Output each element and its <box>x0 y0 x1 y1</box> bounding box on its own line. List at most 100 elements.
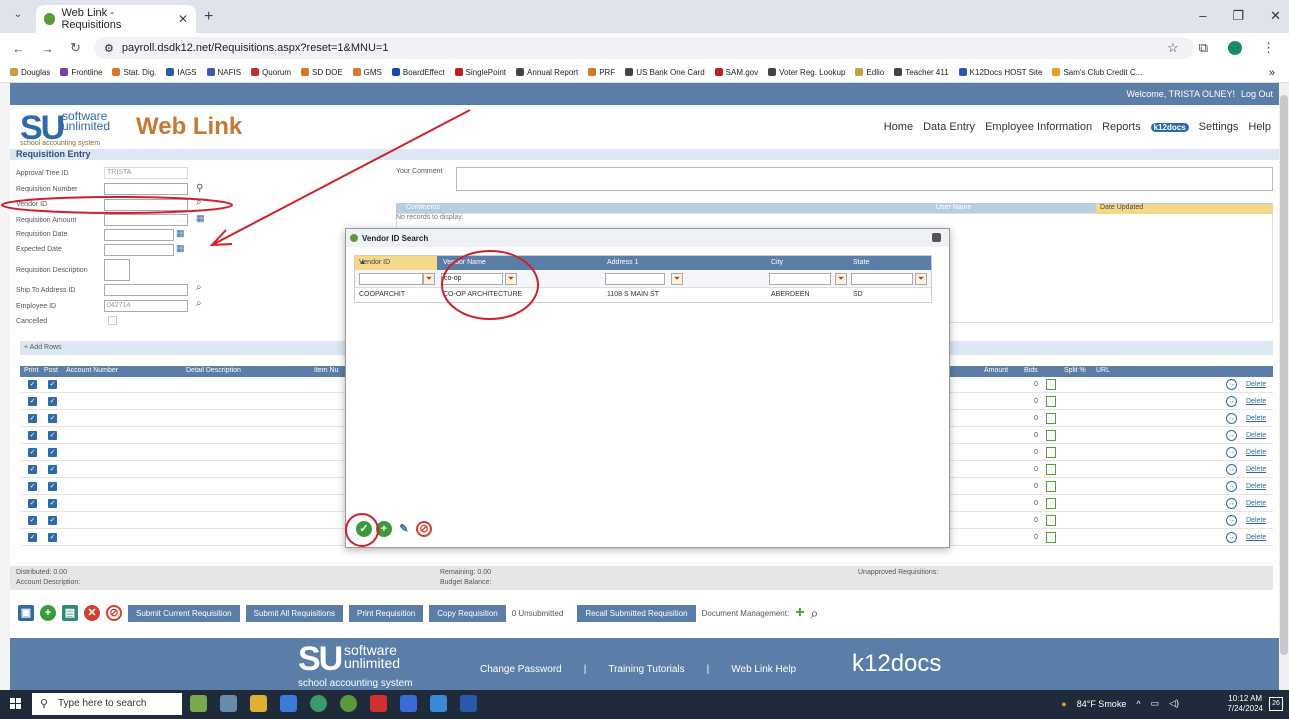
cancel-icon[interactable]: ⊘ <box>106 605 122 621</box>
bids-icon[interactable] <box>1046 447 1056 458</box>
save-new-icon[interactable]: ▤ <box>62 605 78 621</box>
web-link-help-link[interactable]: Web Link Help <box>731 664 796 675</box>
vendor-search-icon[interactable]: ⌕ <box>196 197 202 208</box>
post-checkbox[interactable]: ✓ <box>48 414 57 423</box>
widgets-app-icon[interactable] <box>190 695 207 712</box>
bids-icon[interactable] <box>1046 515 1056 526</box>
restore-icon[interactable]: ❐ <box>1232 8 1244 24</box>
print-checkbox[interactable]: ✓ <box>28 482 37 491</box>
bids-icon[interactable] <box>1046 481 1056 492</box>
delete-link[interactable]: Delete <box>1246 449 1266 456</box>
cancelled-checkbox[interactable] <box>108 316 117 325</box>
select-check-icon[interactable]: ✓ <box>356 521 372 537</box>
delete-link[interactable]: Delete <box>1246 381 1266 388</box>
filter-city-icon[interactable]: ⏷ <box>835 273 847 285</box>
bookmark-item[interactable]: Sam's Club Credit C... <box>1052 68 1142 77</box>
go-arrow-icon[interactable]: → <box>1226 413 1237 424</box>
bookmark-item[interactable]: Douglas <box>10 68 50 77</box>
print-checkbox[interactable]: ✓ <box>28 533 37 542</box>
bids-icon[interactable] <box>1046 464 1056 475</box>
delete-link[interactable]: Delete <box>1246 483 1266 490</box>
forward-icon[interactable]: → <box>41 41 54 56</box>
bookmark-item[interactable]: PRF <box>588 68 615 77</box>
submit-current-button[interactable]: Submit Current Requisition <box>128 604 240 622</box>
delete-link[interactable]: Delete <box>1246 432 1266 439</box>
tab-search-icon[interactable]: ⌄ <box>10 9 26 25</box>
bids-icon[interactable] <box>1046 396 1056 407</box>
delete-icon[interactable]: ✕ <box>84 605 100 621</box>
page-scrollbar-thumb[interactable] <box>1280 95 1288 655</box>
taskbar-clock[interactable]: 10:12 AM 7/24/2024 <box>1227 694 1263 714</box>
bookmark-item[interactable]: Frontline <box>60 68 102 77</box>
add-rows-button[interactable]: + Add Rows <box>24 344 62 351</box>
bookmark-star-icon[interactable]: ☆ <box>1167 40 1179 56</box>
go-arrow-icon[interactable]: → <box>1226 464 1237 475</box>
bookmark-item[interactable]: GMS <box>352 68 382 77</box>
doc-search-icon[interactable]: ⌕ <box>811 605 819 622</box>
nav-help[interactable]: Help <box>1248 121 1271 133</box>
copy-requisition-button[interactable]: Copy Requisition <box>429 604 506 622</box>
go-arrow-icon[interactable]: → <box>1226 498 1237 509</box>
volume-icon[interactable]: ◁) <box>1169 698 1179 709</box>
delete-link[interactable]: Delete <box>1246 500 1266 507</box>
windows-start-icon[interactable] <box>10 698 22 710</box>
acrobat-icon[interactable] <box>370 695 387 712</box>
dialog-edit-icon[interactable]: ✎ <box>396 521 412 537</box>
filter-state-icon[interactable]: ⏷ <box>915 273 927 285</box>
post-checkbox[interactable]: ✓ <box>48 397 57 406</box>
filter-state[interactable] <box>851 273 913 285</box>
post-checkbox[interactable]: ✓ <box>48 448 57 457</box>
employee-search-icon[interactable]: ⌕ <box>196 298 202 309</box>
save-icon[interactable]: ▣ <box>18 605 34 621</box>
bids-icon[interactable] <box>1046 532 1056 543</box>
browser-menu-icon[interactable]: ⋮ <box>1262 40 1275 56</box>
delete-link[interactable]: Delete <box>1246 534 1266 541</box>
bookmark-item[interactable]: NAFIS <box>206 68 241 77</box>
add-icon[interactable]: + <box>40 605 56 621</box>
req-date-calendar-icon[interactable]: ▦ <box>176 228 185 239</box>
task-view-icon[interactable] <box>220 695 237 712</box>
bookmarks-more-icon[interactable]: » <box>1269 67 1289 79</box>
print-checkbox[interactable]: ✓ <box>28 499 37 508</box>
logout-link[interactable]: Log Out <box>1241 89 1273 99</box>
your-comment-field[interactable] <box>456 167 1273 191</box>
weather-text[interactable]: 84°F Smoke <box>1077 699 1127 709</box>
filter-vendor-name-icon[interactable]: ⏷ <box>505 273 517 285</box>
chrome-icon[interactable] <box>310 695 327 712</box>
print-checkbox[interactable]: ✓ <box>28 380 37 389</box>
post-checkbox[interactable]: ✓ <box>48 499 57 508</box>
go-arrow-icon[interactable]: → <box>1226 515 1237 526</box>
print-checkbox[interactable]: ✓ <box>28 414 37 423</box>
browser-tab[interactable]: Web Link - Requisitions ✕ <box>36 5 196 33</box>
outlook-icon[interactable] <box>280 695 297 712</box>
print-checkbox[interactable]: ✓ <box>28 465 37 474</box>
doc-add-icon[interactable]: + <box>795 604 804 622</box>
go-arrow-icon[interactable]: → <box>1226 532 1237 543</box>
dialog-add-icon[interactable]: + <box>376 521 392 537</box>
submit-all-button[interactable]: Submit All Requisitions <box>245 604 343 622</box>
close-window-icon[interactable]: ✕ <box>1270 8 1281 24</box>
filter-vendor-id[interactable] <box>359 273 423 285</box>
bids-icon[interactable] <box>1046 430 1056 441</box>
new-tab-icon[interactable]: + <box>204 8 213 26</box>
dialog-cancel-icon[interactable]: ⊘ <box>416 521 432 537</box>
post-checkbox[interactable]: ✓ <box>48 516 57 525</box>
word-icon[interactable] <box>460 695 477 712</box>
go-arrow-icon[interactable]: → <box>1226 447 1237 458</box>
delete-link[interactable]: Delete <box>1246 415 1266 422</box>
employee-id-field[interactable]: 042714 <box>104 300 188 312</box>
col-state[interactable]: State <box>853 259 869 266</box>
ship-to-search-icon[interactable]: ⌕ <box>196 282 202 293</box>
nav-reports[interactable]: Reports <box>1102 121 1141 133</box>
calculator-icon[interactable]: ▦ <box>196 213 205 224</box>
comments-col[interactable]: Comments <box>406 204 440 211</box>
bookmark-item[interactable]: BoardEffect <box>391 68 445 77</box>
filter-address-icon[interactable]: ⏷ <box>671 273 683 285</box>
bookmark-item[interactable]: Voter Reg. Lookup <box>768 68 845 77</box>
bookmark-item[interactable]: K12Docs HOST Site <box>958 68 1042 77</box>
tab-close-icon[interactable]: ✕ <box>178 12 188 26</box>
filter-vendor-name[interactable]: co-op <box>441 273 503 285</box>
delete-link[interactable]: Delete <box>1246 466 1266 473</box>
print-checkbox[interactable]: ✓ <box>28 431 37 440</box>
teams-icon[interactable] <box>430 695 447 712</box>
